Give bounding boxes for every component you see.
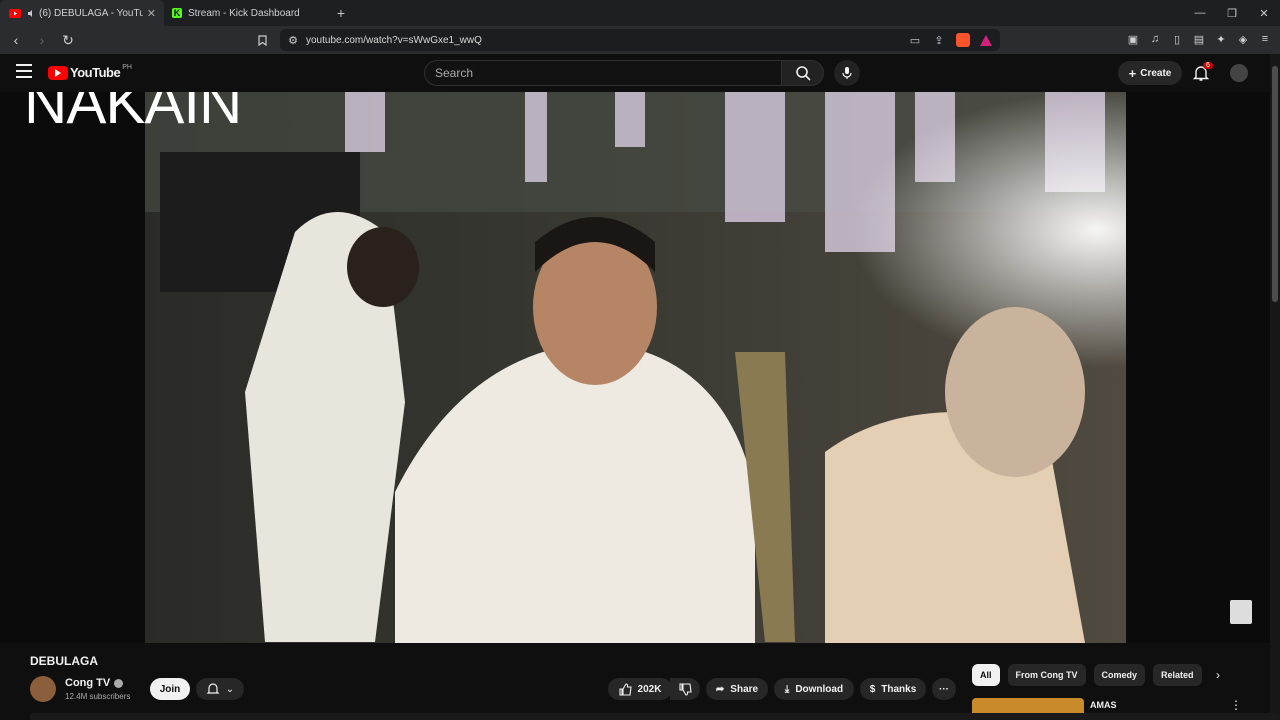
dislike-button[interactable] bbox=[670, 678, 700, 700]
search-input[interactable]: Search bbox=[424, 60, 782, 86]
overlay-caption: NAKAIN bbox=[24, 92, 242, 136]
toolbar-extensions: ▣ ♫ ▯ ▤ ✦ ◈ ≡ bbox=[1126, 32, 1272, 46]
back-icon[interactable]: ‹ bbox=[6, 30, 26, 50]
search-button[interactable] bbox=[782, 60, 824, 86]
close-window-button[interactable]: ✕ bbox=[1248, 0, 1280, 26]
kick-favicon-icon: K bbox=[172, 8, 182, 18]
plus-icon: + bbox=[1128, 65, 1137, 81]
chip-related[interactable]: Related bbox=[1153, 664, 1202, 686]
share-page-icon[interactable]: ⇪ bbox=[932, 33, 946, 47]
sidebar-icon[interactable]: ▯ bbox=[1170, 32, 1184, 46]
restore-button[interactable]: ❐ bbox=[1216, 0, 1248, 26]
guide-menu-icon[interactable] bbox=[16, 64, 32, 78]
share-button[interactable]: ➦ Share bbox=[706, 678, 768, 700]
chip-comedy[interactable]: Comedy bbox=[1093, 664, 1146, 686]
subscriber-count: 12.4M subscribers bbox=[65, 692, 131, 701]
account-avatar[interactable] bbox=[1230, 64, 1248, 82]
microphone-icon bbox=[842, 67, 852, 79]
youtube-play-icon bbox=[48, 65, 68, 80]
share-icon: ➦ bbox=[715, 683, 725, 695]
tab-youtube[interactable]: (6) DEBULAGA - YouTube ✕ bbox=[0, 0, 164, 26]
chevron-down-icon: ⌄ bbox=[225, 683, 235, 695]
search-bar: Search bbox=[424, 60, 860, 86]
share-label: Share bbox=[730, 683, 759, 695]
video-title: DEBULAGA bbox=[30, 654, 98, 668]
download-label: Download bbox=[795, 683, 844, 695]
thumbs-up-icon bbox=[618, 682, 632, 696]
menu-icon[interactable]: ≡ bbox=[1258, 32, 1272, 46]
download-button[interactable]: ⤓ Download bbox=[774, 678, 854, 700]
scrollbar-thumb[interactable] bbox=[1272, 66, 1278, 302]
tab-kick[interactable]: K Stream - Kick Dashboard bbox=[164, 0, 328, 26]
tab-bar: (6) DEBULAGA - YouTube ✕ K Stream - Kick… bbox=[0, 0, 1280, 26]
thanks-button[interactable]: $ Thanks bbox=[860, 678, 926, 700]
tab-title: (6) DEBULAGA - YouTube bbox=[39, 7, 143, 19]
verified-icon bbox=[114, 678, 124, 688]
thanks-label: Thanks bbox=[881, 683, 917, 695]
brave-rewards-icon[interactable] bbox=[980, 34, 992, 46]
forward-icon[interactable]: › bbox=[32, 30, 52, 50]
create-button[interactable]: + Create bbox=[1118, 61, 1182, 85]
channel-name-text: Cong TV bbox=[65, 677, 111, 689]
site-settings-icon[interactable]: ⚙ bbox=[286, 33, 300, 47]
download-icon: ⤓ bbox=[784, 683, 790, 695]
new-tab-button[interactable]: + bbox=[328, 0, 354, 26]
leo-ai-icon[interactable]: ✦ bbox=[1214, 32, 1228, 46]
notification-count-badge: 6 bbox=[1203, 62, 1213, 69]
close-tab-icon[interactable]: ✕ bbox=[147, 7, 156, 20]
recommendation-chips: All From Cong TV Comedy Related bbox=[972, 664, 1202, 686]
voice-search-button[interactable] bbox=[834, 60, 860, 86]
reload-icon[interactable]: ↻ bbox=[58, 30, 78, 50]
create-label: Create bbox=[1140, 67, 1172, 79]
wallet-icon[interactable]: ▤ bbox=[1192, 32, 1206, 46]
chevron-right-icon[interactable]: › bbox=[1216, 668, 1220, 682]
description-box-edge bbox=[30, 713, 1280, 720]
minimize-button[interactable]: — bbox=[1184, 0, 1216, 26]
page-scrollbar[interactable] bbox=[1270, 54, 1280, 720]
channel-name[interactable]: Cong TV bbox=[65, 677, 124, 689]
screenshot-icon[interactable]: ▣ bbox=[1126, 32, 1140, 46]
url-field[interactable]: ⚙ youtube.com/watch?v=sWwGxe1_wwQ ▭ ⇪ bbox=[280, 29, 1000, 51]
channel-avatar[interactable] bbox=[30, 676, 56, 702]
vpn-icon[interactable]: ◈ bbox=[1236, 32, 1250, 46]
youtube-masthead: YouTube PH Search + Create 6 bbox=[0, 54, 1280, 92]
recommendation-title[interactable]: AMAS bbox=[1090, 700, 1117, 710]
video-player[interactable]: NAKAIN bbox=[0, 92, 1270, 643]
more-actions-button[interactable]: ··· bbox=[932, 678, 956, 700]
country-code: PH bbox=[122, 64, 132, 71]
bookmark-icon[interactable] bbox=[252, 30, 272, 50]
recommendation-more-icon[interactable]: ⋮ bbox=[1230, 698, 1242, 712]
subscription-notification-button[interactable]: ⌄ bbox=[196, 678, 244, 700]
search-icon bbox=[795, 66, 811, 81]
brave-shields-icon[interactable] bbox=[956, 33, 970, 47]
address-bar: ‹ › ↻ ⚙ youtube.com/watch?v=sWwGxe1_wwQ … bbox=[0, 26, 1280, 54]
url-text: youtube.com/watch?v=sWwGxe1_wwQ bbox=[306, 34, 482, 46]
chip-from-channel[interactable]: From Cong TV bbox=[1007, 664, 1086, 686]
youtube-favicon-icon bbox=[8, 8, 22, 18]
chip-all[interactable]: All bbox=[972, 664, 1000, 686]
like-button[interactable]: 202K bbox=[608, 678, 672, 700]
speaker-icon[interactable] bbox=[26, 6, 36, 20]
join-button[interactable]: Join bbox=[150, 678, 190, 700]
music-icon[interactable]: ♫ bbox=[1148, 32, 1162, 46]
youtube-logo[interactable]: YouTube PH bbox=[48, 64, 132, 80]
channel-watermark[interactable] bbox=[1230, 600, 1252, 624]
cast-icon[interactable]: ▭ bbox=[908, 33, 922, 47]
like-count: 202K bbox=[637, 683, 662, 695]
window-controls: — ❐ ✕ bbox=[1184, 0, 1280, 26]
youtube-wordmark: YouTube bbox=[70, 65, 121, 80]
tab-title: Stream - Kick Dashboard bbox=[188, 7, 300, 19]
thanks-icon: $ bbox=[869, 683, 876, 695]
bell-icon bbox=[206, 683, 220, 694]
thumbs-down-icon bbox=[678, 682, 692, 696]
video-frame[interactable] bbox=[145, 92, 1126, 643]
